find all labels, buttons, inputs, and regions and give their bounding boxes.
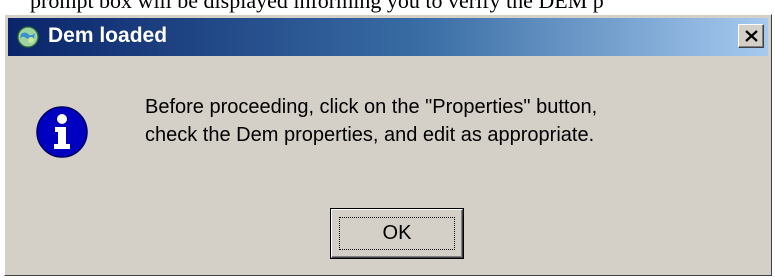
close-button[interactable] bbox=[738, 24, 764, 48]
message-line-2: check the Dem properties, and edit as ap… bbox=[145, 124, 595, 146]
message-line-1: Before proceeding, click on the "Propert… bbox=[145, 96, 598, 118]
close-icon bbox=[745, 30, 758, 42]
ok-button[interactable]: OK bbox=[330, 208, 464, 259]
background-caption-text: prompt box will be displayed informing y… bbox=[30, 0, 604, 13]
ok-button-label: OK bbox=[382, 222, 412, 244]
info-icon bbox=[36, 106, 88, 158]
title-bar[interactable]: Dem loaded bbox=[8, 18, 768, 56]
message-text: Before proceeding, click on the "Propert… bbox=[145, 93, 745, 149]
background-caption: prompt box will be displayed informing y… bbox=[0, 0, 775, 14]
dialog-window: Dem loaded Before proceeding, click on t… bbox=[4, 14, 772, 276]
dialog-title: Dem loaded bbox=[48, 24, 168, 47]
globe-icon bbox=[17, 26, 39, 48]
